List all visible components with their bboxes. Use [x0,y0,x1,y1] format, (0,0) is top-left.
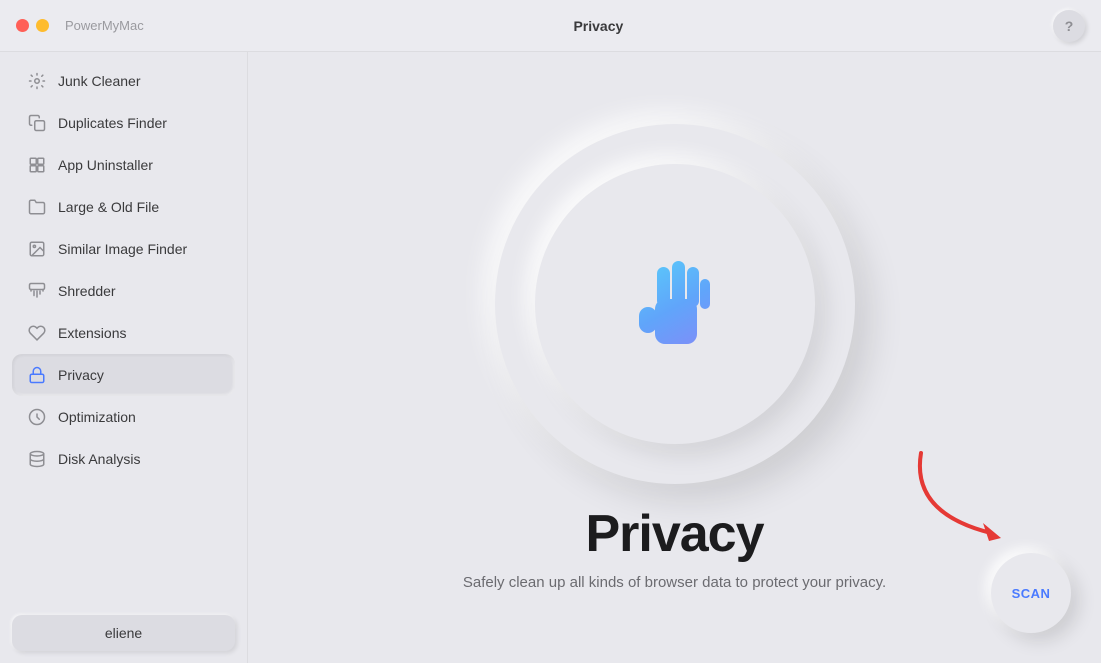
sidebar: Junk Cleaner Duplicates Finder App Uninsta… [0,52,248,663]
privacy-circle [495,124,855,484]
privacy-hand-icon [620,249,730,359]
scan-button[interactable]: SCAN [991,553,1071,633]
file-icon [26,196,48,218]
sidebar-label-shredder: Shredder [58,283,116,299]
sidebar-label-similar-image-finder: Similar Image Finder [58,241,187,257]
main-content: Junk Cleaner Duplicates Finder App Uninsta… [0,52,1101,663]
inner-circle [535,164,815,444]
sidebar-label-app-uninstaller: App Uninstaller [58,157,153,173]
sidebar-item-duplicates-finder[interactable]: Duplicates Finder [12,102,235,144]
user-profile[interactable]: eliene [12,615,235,651]
sidebar-item-large-old-file[interactable]: Large & Old File [12,186,235,228]
shred-icon [26,280,48,302]
titlebar: PowerMyMac Privacy ? [0,0,1101,52]
privacy-title: Privacy [585,504,763,564]
sidebar-item-extensions[interactable]: Extensions [12,312,235,354]
close-button[interactable] [16,19,29,32]
sidebar-label-duplicates-finder: Duplicates Finder [58,115,167,131]
sidebar-label-large-old-file: Large & Old File [58,199,159,215]
image-icon [26,238,48,260]
sidebar-label-privacy: Privacy [58,367,104,383]
content-area: Privacy Safely clean up all kinds of bro… [248,52,1101,663]
minimize-button[interactable] [36,19,49,32]
copy-icon [26,112,48,134]
opt-icon [26,406,48,428]
scan-button-container: SCAN [991,553,1071,633]
gear-icon [26,70,48,92]
sidebar-item-similar-image-finder[interactable]: Similar Image Finder [12,228,235,270]
app-name: PowerMyMac [65,18,144,33]
sidebar-item-app-uninstaller[interactable]: App Uninstaller [12,144,235,186]
privacy-subtitle: Safely clean up all kinds of browser dat… [463,574,886,591]
help-button[interactable]: ? [1053,10,1085,42]
sidebar-label-junk-cleaner: Junk Cleaner [58,73,141,89]
traffic-lights [16,19,49,32]
sidebar-item-shredder[interactable]: Shredder [12,270,235,312]
sidebar-item-privacy[interactable]: Privacy [12,354,235,396]
sidebar-item-disk-analysis[interactable]: Disk Analysis [12,438,235,480]
sidebar-item-junk-cleaner[interactable]: Junk Cleaner [12,60,235,102]
ext-icon [26,322,48,344]
disk-icon [26,448,48,470]
app-icon [26,154,48,176]
sidebar-item-optimization[interactable]: Optimization [12,396,235,438]
sidebar-label-extensions: Extensions [58,325,126,341]
privacy-icon [26,364,48,386]
scan-arrow [901,433,1021,553]
sidebar-label-disk-analysis: Disk Analysis [58,451,140,467]
outer-circle [495,124,855,484]
titlebar-title: Privacy [152,18,1045,34]
sidebar-label-optimization: Optimization [58,409,136,425]
